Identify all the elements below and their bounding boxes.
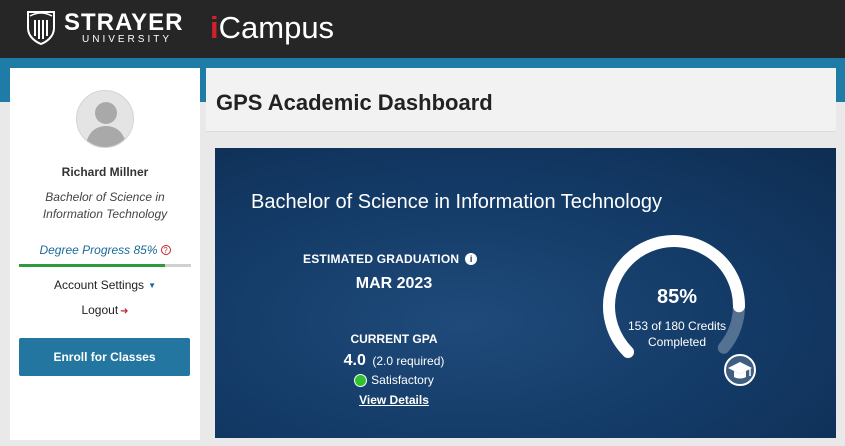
logout-link[interactable]: Logout ➜ [10,303,200,317]
program-summary-card: Bachelor of Science in Information Techn… [215,148,836,438]
status-indicator-icon [354,374,368,387]
brand-name: STRAYER [64,9,184,36]
user-silhouette-icon [85,102,127,147]
icampus-logo[interactable]: iCampus [210,10,334,46]
user-name: Richard Millner [61,165,149,179]
view-details-link[interactable]: View Details [303,393,485,407]
brand-subtitle: UNIVERSITY [82,34,173,45]
profile-sidebar: Richard Millner Bachelor of Science in I… [10,68,200,440]
icampus-i-mark: i [210,10,219,45]
current-gpa-label: CURRENT GPA [350,332,438,346]
info-icon[interactable]: i [465,253,478,265]
caret-down-icon: ▼ [148,281,156,290]
account-settings-link[interactable]: Account Settings ▼ [10,278,200,292]
academic-status: Satisfactory [303,373,485,387]
estimated-graduation-label-text: ESTIMATED GRADUATION [303,252,460,266]
page-title: GPS Academic Dashboard [216,90,493,115]
degree-progress-label: Degree Progress 85%? [10,243,200,257]
credits-completed: 153 of 180 Credits Completed [605,318,749,350]
estimated-graduation-value: MAR 2023 [355,275,433,292]
top-header: STRAYER UNIVERSITY iCampus [0,0,845,58]
help-icon[interactable]: ? [160,245,171,255]
degree-progress-bar [19,264,191,267]
credits-completed-label: Completed [647,335,707,349]
gpa-row: 4.0 (2.0 required) [303,352,485,370]
credits-count: 153 of 180 Credits [627,319,727,333]
gpa-value: 4.0 [343,352,366,369]
logout-label: Logout [81,303,119,317]
logout-icon: ➜ [120,306,129,317]
status-label: Satisfactory [371,373,434,387]
page-title-bar: GPS Academic Dashboard [206,68,836,132]
program-name: Bachelor of Science in Information Techn… [251,191,662,213]
gpa-required: (2.0 required) [372,354,445,368]
account-settings-label: Account Settings [54,278,145,292]
degree-progress-text: Degree Progress 85% [39,243,158,257]
icampus-name: Campus [218,10,335,45]
degree-name: Bachelor of Science in Information Techn… [42,190,168,221]
enroll-for-classes-button[interactable]: Enroll for Classes [19,338,190,376]
graduation-cap-icon [724,354,756,386]
credits-percent: 85% [656,286,698,308]
estimated-graduation-label: ESTIMATED GRADUATION i [303,252,478,266]
degree-progress-fill [19,264,166,267]
strayer-shield-logo-icon [27,11,55,46]
avatar [76,90,134,148]
